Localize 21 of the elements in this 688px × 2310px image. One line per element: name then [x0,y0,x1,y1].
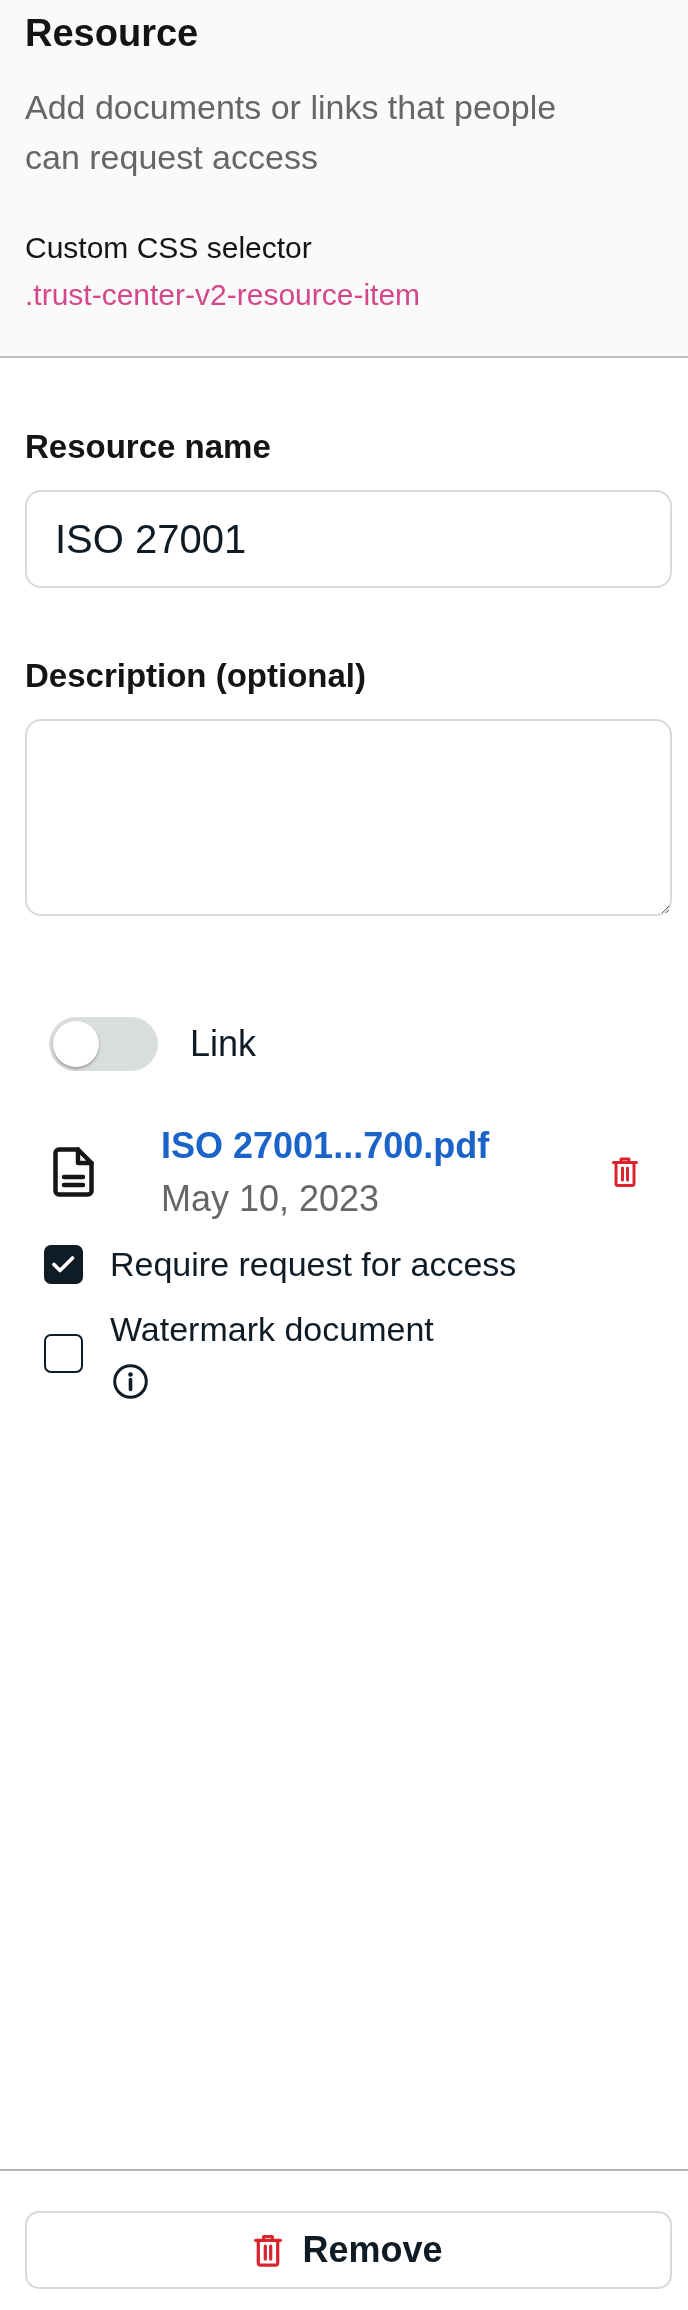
selector-label: Custom CSS selector [25,230,312,266]
panel-title: Resource [25,11,199,56]
checkbox[interactable] [44,1245,83,1284]
field-label: Resource name [25,427,271,467]
checkbox[interactable] [44,1333,83,1373]
selector-value: .trust-center-v2-resource-item [25,277,421,313]
checkbox-label: Require request for access [110,1244,517,1285]
trash-icon[interactable] [612,1157,638,1187]
file-date: May 10, 2023 [161,1177,380,1221]
document-icon [53,1147,94,1197]
info-icon[interactable] [113,1364,148,1399]
text-input[interactable]: ISO 27001 [25,490,672,588]
toggle-switch[interactable] [49,1017,158,1071]
trash-icon [254,2233,283,2267]
remove-button[interactable]: Remove [25,2211,672,2289]
checkmark-icon [52,1256,75,1273]
checkbox-label: Watermark document [110,1309,434,1350]
file-link[interactable]: ISO 27001...700.pdf [161,1119,490,1172]
panel-description: Add documents or links that people can request access [25,87,558,178]
field-label: Description (optional) [25,656,366,696]
toggle-label: Link [190,1022,257,1066]
